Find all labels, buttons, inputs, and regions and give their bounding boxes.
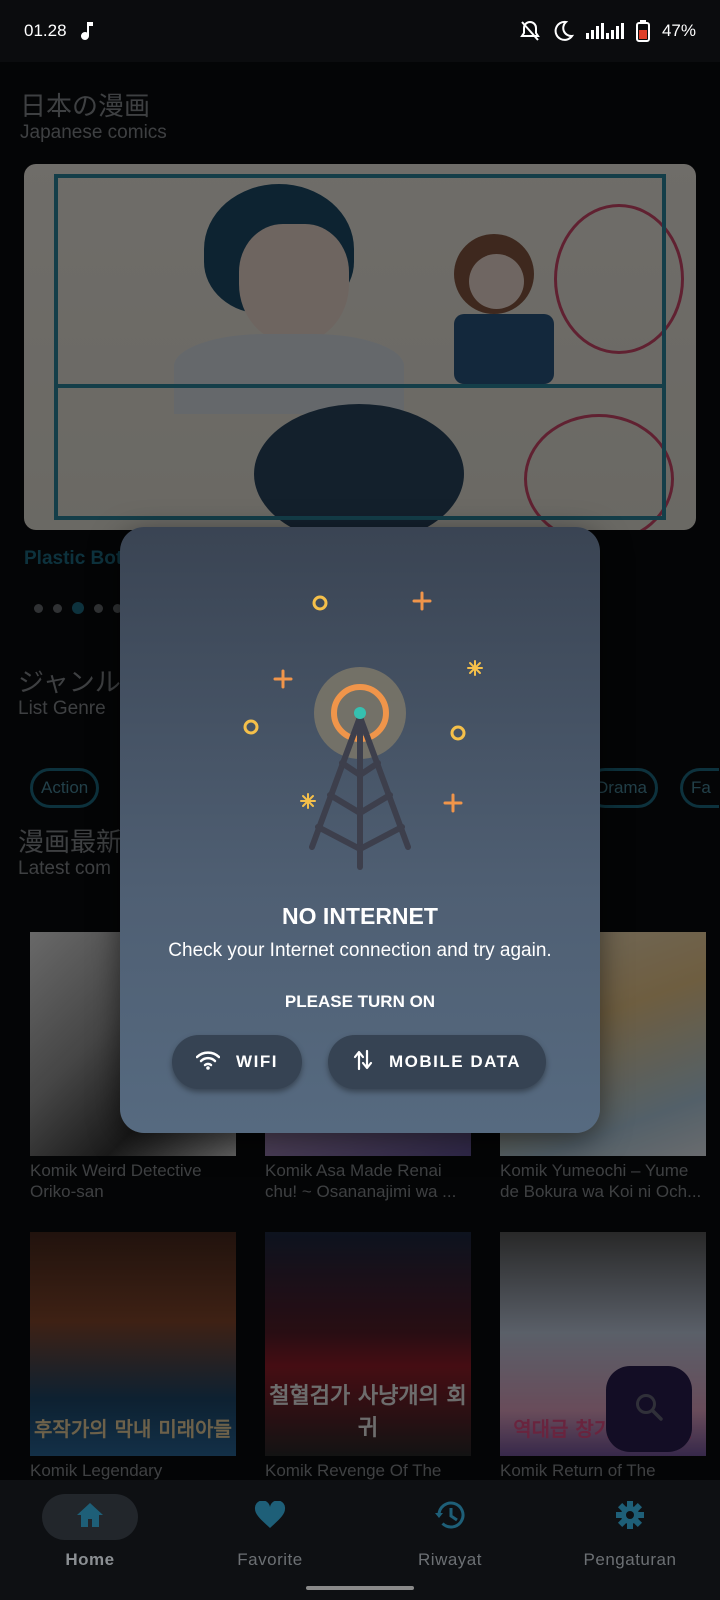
comic-cover: 후작가의 막내 미래아들 bbox=[30, 1232, 236, 1456]
home-icon bbox=[75, 1501, 105, 1534]
section-title-japanese: 日本の漫画 bbox=[20, 91, 151, 121]
battery-percent: 47% bbox=[661, 21, 696, 40]
nav-label: Riwayat bbox=[418, 1550, 482, 1569]
comic-card[interactable]: 철혈검가 사냥개의 회귀 Komik Revenge Of The bbox=[265, 1232, 471, 1504]
genre-chip-action[interactable]: Action bbox=[30, 768, 100, 808]
dialog-message: Check your Internet connection and try a… bbox=[168, 940, 552, 961]
dialog-title: NO INTERNET bbox=[282, 903, 438, 929]
sparkle-star bbox=[467, 660, 483, 676]
signal-icon bbox=[585, 23, 624, 39]
antenna-tip bbox=[354, 707, 366, 719]
section-title-genre: ジャンル bbox=[18, 667, 121, 697]
nav-label: Favorite bbox=[237, 1550, 303, 1569]
history-icon bbox=[434, 1500, 466, 1535]
section-subtitle-latest: Latest com bbox=[18, 858, 111, 879]
sparkle-circle bbox=[312, 595, 328, 611]
comic-title: Komik Asa Made Renai chu! ~ Osananajimi … bbox=[265, 1161, 457, 1201]
search-icon bbox=[634, 1392, 664, 1427]
gear-icon bbox=[615, 1500, 645, 1535]
cover-text: 후작가의 막내 미래아들 bbox=[34, 1417, 232, 1441]
comic-title: Komik Weird Detective Oriko-san bbox=[30, 1161, 202, 1201]
bottom-navigation: Home Favorite Riwayat Pengaturan bbox=[0, 1480, 720, 1600]
carousel-indicator bbox=[34, 602, 122, 614]
wifi-icon bbox=[195, 1050, 221, 1075]
comic-card[interactable]: 후작가의 막내 미래아들 Komik Legendary bbox=[30, 1232, 236, 1504]
no-internet-dialog: NO INTERNET Check your Internet connecti… bbox=[120, 527, 600, 1133]
nav-item-riwayat[interactable]: Riwayat bbox=[360, 1480, 540, 1600]
antenna-illustration bbox=[243, 591, 483, 870]
sparkle-plus bbox=[412, 591, 432, 611]
mobile-data-icon bbox=[353, 1049, 373, 1076]
featured-banner[interactable] bbox=[24, 164, 696, 530]
cover-text: 철혈검가 사냥개의 회귀 bbox=[269, 1384, 467, 1441]
nav-label: Home bbox=[65, 1550, 115, 1569]
carousel-dot bbox=[34, 603, 43, 613]
search-fab[interactable] bbox=[606, 1366, 692, 1452]
carousel-dot-active bbox=[72, 602, 84, 614]
comic-title: Komik Yumeochi – Yume de Bokura wa Koi n… bbox=[500, 1161, 702, 1201]
mobile-data-button-label: MOBILE DATA bbox=[388, 1052, 522, 1071]
wifi-button-label: WIFI bbox=[236, 1052, 278, 1071]
sparkle-plus bbox=[273, 669, 293, 689]
sparkle-circle bbox=[450, 725, 466, 741]
wifi-button[interactable]: WIFI bbox=[172, 1035, 302, 1089]
nav-label: Pengaturan bbox=[583, 1550, 677, 1569]
music-note-icon bbox=[80, 22, 95, 40]
sparkle-plus bbox=[443, 793, 463, 813]
carousel-dot bbox=[53, 603, 62, 613]
sparkle-star bbox=[300, 793, 316, 809]
heart-icon bbox=[254, 1499, 286, 1534]
banner-title[interactable]: Plastic Bot bbox=[24, 548, 122, 570]
section-title-latest: 漫画最新 bbox=[18, 827, 123, 857]
sparkle-circle bbox=[243, 719, 259, 735]
genre-chip-partial[interactable]: Fa bbox=[680, 768, 719, 808]
battery-icon bbox=[635, 20, 650, 42]
carousel-dot bbox=[94, 603, 103, 613]
status-bar: 01.28 47% bbox=[0, 0, 720, 62]
nav-item-favorite[interactable]: Favorite bbox=[180, 1480, 360, 1600]
gesture-bar[interactable] bbox=[306, 1586, 414, 1590]
dialog-cta: PLEASE TURN ON bbox=[284, 992, 436, 1011]
status-time: 01.28 bbox=[24, 21, 67, 40]
moon-icon bbox=[552, 20, 574, 42]
nav-item-pengaturan[interactable]: Pengaturan bbox=[540, 1480, 720, 1600]
bell-off-icon bbox=[520, 20, 540, 42]
comic-cover: 철혈검가 사냥개의 회귀 bbox=[265, 1232, 471, 1456]
section-subtitle-genre: List Genre bbox=[18, 698, 106, 719]
section-subtitle-japanese-comics: Japanese comics bbox=[20, 122, 167, 143]
nav-item-home[interactable]: Home bbox=[0, 1480, 180, 1600]
mobile-data-button[interactable]: MOBILE DATA bbox=[328, 1035, 546, 1089]
